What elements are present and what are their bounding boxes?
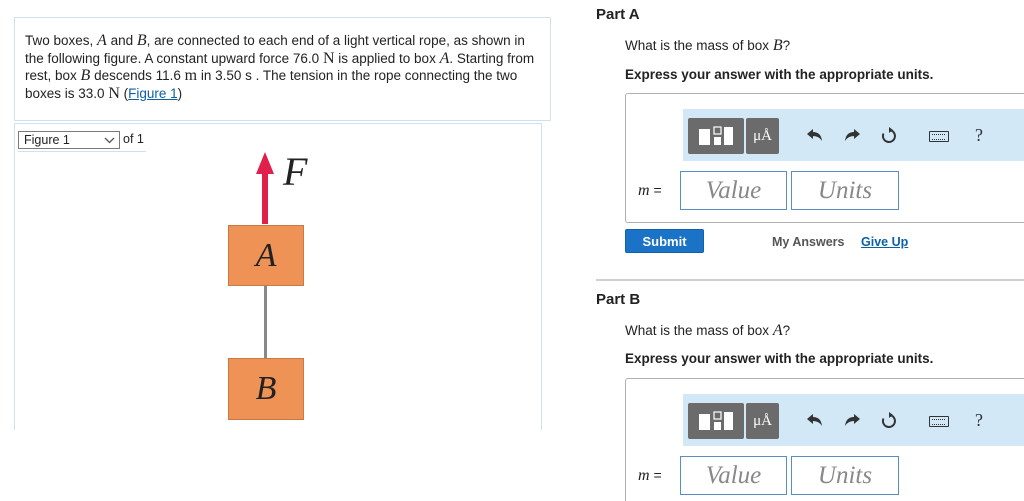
part-a-submit-button[interactable]: Submit: [625, 229, 704, 253]
units-icon: μÅ: [753, 127, 772, 144]
part-b-variable-label: m =: [638, 467, 662, 484]
units-icon: μÅ: [753, 412, 772, 429]
part-b-title: Part B: [596, 291, 641, 308]
redo-icon[interactable]: [843, 127, 861, 146]
part-a-value-input[interactable]: Value: [680, 171, 787, 210]
box-b: B: [228, 358, 304, 420]
redo-icon[interactable]: [843, 412, 861, 431]
units-button[interactable]: μÅ: [746, 403, 779, 439]
keyboard-icon[interactable]: [929, 131, 949, 142]
templates-icon: [699, 411, 733, 430]
undo-icon[interactable]: [806, 412, 824, 431]
my-answers-link[interactable]: My Answers: [772, 235, 844, 249]
part-a-units-input[interactable]: Units: [791, 171, 899, 210]
part-b-answer-panel: μÅ ? m = Value Units: [625, 378, 1024, 501]
figure-link[interactable]: Figure 1: [128, 86, 178, 101]
part-a-toolbar: μÅ ?: [683, 109, 1024, 161]
units-button[interactable]: μÅ: [746, 118, 779, 154]
figure-selector-divider: [18, 151, 146, 152]
force-arrow-head: [256, 152, 274, 174]
part-a-variable-label: m =: [638, 182, 662, 199]
keyboard-icon[interactable]: [929, 416, 949, 427]
undo-icon[interactable]: [806, 127, 824, 146]
templates-button[interactable]: [688, 118, 744, 154]
box-a: A: [228, 225, 304, 286]
part-b-instructions: Express your answer with the appropriate…: [625, 351, 934, 366]
figure-selector[interactable]: Figure 1: [18, 131, 120, 149]
part-a-answer-panel: μÅ ? m = Value Units: [625, 93, 1024, 223]
templates-icon: [699, 126, 733, 145]
figure-count-label: of 1: [123, 132, 144, 146]
templates-button[interactable]: [688, 403, 744, 439]
give-up-link[interactable]: Give Up: [861, 235, 908, 249]
part-b-question: What is the mass of box A?: [625, 322, 791, 339]
force-label: F: [283, 149, 308, 194]
part-a-question: What is the mass of box B?: [625, 37, 791, 54]
part-b-value-input[interactable]: Value: [680, 456, 787, 495]
force-arrow: [262, 172, 268, 224]
reset-icon[interactable]: [880, 412, 898, 433]
part-divider: [596, 279, 1024, 281]
chevron-down-icon: [104, 132, 115, 153]
page-background: [0, 430, 580, 501]
box-a-label: A: [255, 236, 277, 274]
help-icon[interactable]: ?: [975, 125, 983, 146]
part-a-instructions: Express your answer with the appropriate…: [625, 67, 934, 82]
help-icon[interactable]: ?: [975, 410, 983, 431]
figure-selector-value: Figure 1: [24, 133, 70, 147]
part-a-title: Part A: [596, 6, 640, 23]
part-b-units-input[interactable]: Units: [791, 456, 899, 495]
problem-statement: Two boxes, A and B, are connected to eac…: [14, 17, 551, 121]
rope: [264, 286, 267, 358]
box-b-label: B: [255, 370, 277, 407]
reset-icon[interactable]: [880, 127, 898, 148]
problem-text: Two boxes, A and B, are connected to eac…: [25, 32, 535, 102]
part-b-toolbar: μÅ ?: [683, 394, 1024, 446]
